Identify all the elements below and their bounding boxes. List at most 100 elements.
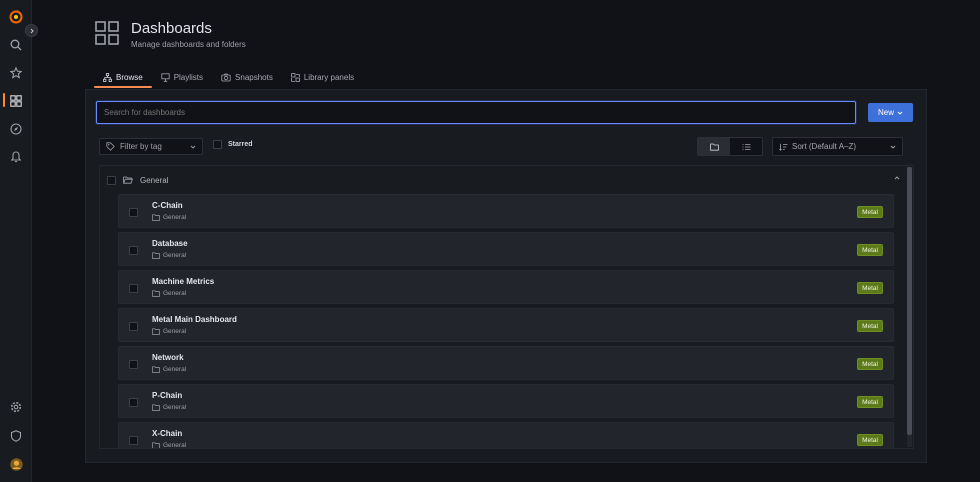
dashboard-checkbox[interactable] [129, 436, 138, 445]
folder-icon [152, 328, 160, 335]
camera-icon [221, 73, 231, 81]
list-view-button[interactable] [730, 138, 762, 155]
tab-label: Browse [116, 72, 143, 82]
folder-icon [152, 442, 160, 448]
dashboard-checkbox[interactable] [129, 284, 138, 293]
sort-icon [779, 143, 788, 151]
tag-badge[interactable]: Metal [857, 244, 883, 256]
list-view-icon [742, 143, 750, 150]
tag-badge[interactable]: Metal [857, 396, 883, 408]
search-icon[interactable] [7, 36, 25, 54]
dashboard-folder: General [152, 328, 186, 335]
gear-icon[interactable] [7, 398, 25, 416]
tag-icon [106, 142, 115, 151]
tab-bar: Browse Playlists Snapshots Library panel… [94, 67, 363, 89]
dashboard-row[interactable]: P-Chain General Metal [118, 384, 894, 418]
dashboard-title[interactable]: Metal Main Dashboard [152, 315, 237, 324]
folder-icon [152, 290, 160, 297]
dashboard-row[interactable]: C-Chain General Metal [118, 194, 894, 228]
alerting-icon[interactable] [7, 148, 25, 166]
sitemap-icon [103, 72, 112, 82]
folder-icon [152, 404, 160, 411]
dashboards-icon[interactable] [7, 92, 25, 110]
tab-label: Snapshots [235, 72, 273, 82]
folder-checkbox[interactable] [107, 175, 116, 185]
folder-icon [152, 366, 160, 373]
tab-playlists[interactable]: Playlists [152, 67, 212, 87]
tag-filter-placeholder: Filter by tag [120, 142, 162, 151]
active-indicator [3, 93, 5, 107]
dashboard-folder-name: General [163, 366, 187, 373]
avatar[interactable] [7, 455, 25, 473]
dashboard-row[interactable]: X-Chain General Metal [118, 422, 894, 449]
starred-filter[interactable]: Starred [213, 140, 253, 149]
tag-badge[interactable]: Metal [857, 358, 883, 370]
dashboards-header-icon [95, 21, 119, 45]
dashboard-folder-name: General [163, 328, 187, 335]
dashboard-row[interactable]: Database General Metal [118, 232, 894, 266]
dashboard-checkbox[interactable] [129, 398, 138, 407]
dashboard-title[interactable]: Database [152, 239, 188, 248]
dashboard-folder: General [152, 366, 186, 373]
tag-filter-select[interactable]: Filter by tag [99, 138, 203, 155]
dashboard-folder: General [152, 214, 186, 221]
folder-open-icon [123, 176, 133, 184]
sidebar-expand-button[interactable] [25, 24, 38, 37]
grafana-logo[interactable] [7, 8, 25, 26]
tab-snapshots[interactable]: Snapshots [212, 67, 282, 87]
tab-library-panels[interactable]: Library panels [282, 67, 363, 87]
sidebar [0, 0, 32, 482]
scrollbar-thumb[interactable] [907, 167, 912, 435]
star-icon[interactable] [7, 64, 25, 82]
page-subtitle: Manage dashboards and folders [131, 40, 246, 49]
tag-badge[interactable]: Metal [857, 434, 883, 446]
dashboard-checkbox[interactable] [129, 208, 138, 217]
explore-icon[interactable] [7, 120, 25, 138]
tab-browse[interactable]: Browse [94, 67, 152, 88]
dashboard-folder-name: General [163, 252, 187, 259]
dashboard-folder: General [152, 290, 186, 297]
tag-badge[interactable]: Metal [857, 282, 883, 294]
dashboard-list: General C-Chain General Metal Database G… [99, 165, 914, 449]
folder-icon [152, 252, 160, 259]
tab-label: Playlists [173, 72, 204, 82]
dashboard-folder-name: General [163, 214, 187, 221]
dashboard-checkbox[interactable] [129, 246, 138, 255]
dashboard-checkbox[interactable] [129, 322, 138, 331]
dashboard-row[interactable]: Metal Main Dashboard General Metal [118, 308, 894, 342]
dashboard-checkbox[interactable] [129, 360, 138, 369]
starred-label: Starred [228, 141, 253, 148]
dashboard-title[interactable]: C-Chain [152, 201, 183, 210]
library-panels-icon [291, 72, 300, 82]
dashboard-title[interactable]: P-Chain [152, 391, 182, 400]
dashboard-folder: General [152, 442, 187, 449]
dashboard-title[interactable]: Network [152, 353, 184, 362]
dashboard-row[interactable]: Machine Metrics General Metal [118, 270, 894, 304]
new-button[interactable]: New [868, 103, 913, 122]
dashboard-folder-name: General [163, 290, 187, 297]
tab-label: Library panels [303, 72, 355, 82]
dashboard-title[interactable]: X-Chain [152, 429, 182, 438]
chevron-down-icon [890, 145, 896, 149]
sort-label: Sort (Default A–Z) [792, 142, 857, 151]
starred-checkbox[interactable] [213, 140, 222, 149]
chevron-up-icon[interactable] [894, 176, 900, 180]
search-input[interactable] [96, 101, 856, 124]
tag-badge[interactable]: Metal [857, 320, 883, 332]
dashboard-title[interactable]: Machine Metrics [152, 277, 214, 286]
dashboard-folder-name: General [163, 442, 187, 449]
chevron-down-icon [897, 111, 903, 115]
dashboard-folder: General [152, 404, 186, 411]
new-button-label: New [877, 108, 894, 117]
tag-badge[interactable]: Metal [857, 206, 883, 218]
view-toggle [697, 137, 763, 156]
folder-name: General [140, 175, 169, 185]
sort-select[interactable]: Sort (Default A–Z) [772, 137, 903, 156]
dashboard-folder: General [152, 252, 186, 259]
shield-icon[interactable] [7, 427, 25, 445]
folder-row-general[interactable]: General [100, 166, 908, 194]
dashboard-folder-name: General [163, 404, 187, 411]
dashboard-row[interactable]: Network General Metal [118, 346, 894, 380]
folder-view-icon [709, 143, 719, 151]
folder-view-button[interactable] [698, 138, 730, 155]
